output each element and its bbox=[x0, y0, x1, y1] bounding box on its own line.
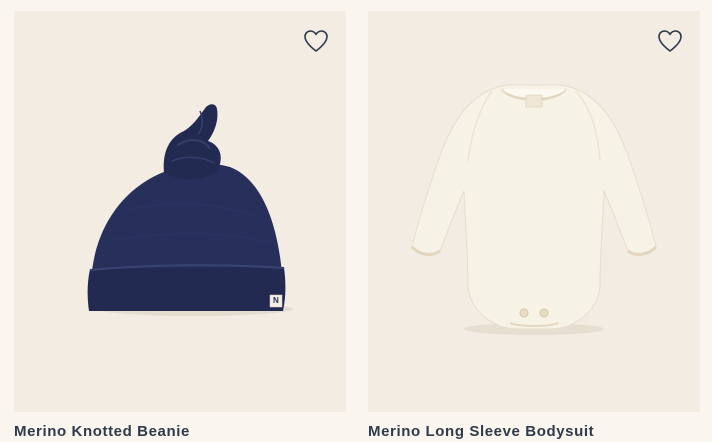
bodysuit-image bbox=[410, 84, 658, 335]
product-title[interactable]: Merino Knotted Beanie bbox=[14, 423, 346, 441]
product-image-container[interactable] bbox=[368, 11, 700, 412]
beanie-label-letter: N bbox=[273, 296, 279, 305]
heart-outline-icon[interactable] bbox=[656, 27, 684, 55]
product-card-beanie[interactable]: N Merino Knotted Beanie bbox=[14, 11, 346, 441]
beanie-image bbox=[87, 104, 293, 316]
product-title[interactable]: Merino Long Sleeve Bodysuit bbox=[368, 423, 700, 441]
product-card-bodysuit[interactable]: Merino Long Sleeve Bodysuit bbox=[368, 11, 700, 441]
top-strip bbox=[0, 0, 712, 11]
product-image-container[interactable]: N bbox=[14, 11, 346, 412]
heart-outline-icon[interactable] bbox=[302, 27, 330, 55]
